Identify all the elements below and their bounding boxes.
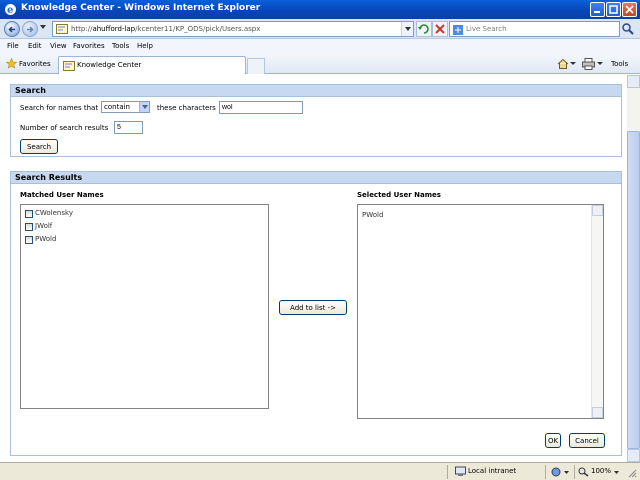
forward-arrow-icon — [27, 26, 34, 33]
matched-users-label: Matched User Names — [20, 191, 104, 199]
page-content: Search Search for names that contain the… — [0, 75, 627, 462]
maximize-button[interactable] — [606, 2, 621, 17]
page-icon — [56, 24, 68, 34]
tab-page-icon — [63, 61, 75, 71]
search-panel-title: Search — [11, 85, 621, 97]
stop-icon — [435, 24, 445, 34]
url-path: /kcenter11/KP_ODS/pick/Users.aspx — [135, 25, 261, 33]
window-title: Knowledge Center - Windows Internet Expl… — [21, 3, 261, 13]
print-icon[interactable] — [582, 58, 595, 70]
names-label: Search for names that — [20, 104, 99, 112]
scroll-down-icon[interactable] — [627, 449, 640, 462]
magnifier-icon — [622, 23, 634, 35]
address-toolbar: http://ahufford-lap/kcenter11/KP_ODS/pic… — [0, 19, 640, 39]
status-bar: Local intranet 100% — [0, 462, 640, 480]
selected-users-label: Selected User Names — [357, 191, 441, 199]
favorites-button[interactable]: Favorites — [19, 60, 51, 68]
url-scheme: http:// — [71, 25, 93, 33]
menu-tools[interactable]: Tools — [112, 42, 129, 50]
selected-users-list[interactable]: PWold — [357, 204, 604, 419]
zoom-level[interactable]: 100% — [591, 467, 611, 475]
scroll-up-icon[interactable] — [592, 205, 603, 216]
tab-bar: Favorites Knowledge Center Tools — [0, 54, 640, 74]
chevron-down-icon[interactable] — [564, 471, 569, 474]
result-count-label: Number of search results — [20, 124, 109, 132]
chevron-down-icon — [139, 102, 149, 112]
user-name: CWolensky — [35, 209, 73, 217]
page-scrollbar[interactable] — [627, 75, 640, 462]
forward-button[interactable] — [22, 21, 38, 37]
zoom-icon[interactable] — [578, 467, 589, 477]
results-panel: Search Results Matched User Names Select… — [10, 171, 622, 456]
back-arrow-icon — [8, 26, 15, 33]
protected-mode-icon[interactable] — [551, 467, 561, 477]
close-button[interactable] — [622, 2, 637, 17]
checkbox[interactable] — [25, 223, 33, 231]
scroll-up-icon[interactable] — [627, 75, 640, 88]
list-item[interactable]: PWold — [362, 211, 383, 219]
characters-label: these characters — [157, 104, 216, 112]
ok-button[interactable]: OK — [545, 433, 561, 448]
user-name: PWold — [35, 235, 57, 243]
close-icon — [625, 5, 634, 14]
home-icon[interactable] — [557, 58, 569, 70]
home-dropdown-icon[interactable] — [570, 62, 576, 66]
search-submit-button[interactable]: Search — [20, 139, 58, 154]
ie-icon: e — [5, 4, 16, 16]
maximize-icon — [609, 5, 618, 14]
live-search-icon — [453, 25, 463, 35]
new-tab-button[interactable] — [247, 58, 265, 74]
minimize-icon — [594, 11, 600, 13]
favorites-star-icon[interactable] — [6, 58, 17, 69]
print-dropdown-icon[interactable] — [597, 62, 603, 66]
minimize-button[interactable] — [590, 2, 605, 17]
menu-edit[interactable]: Edit — [28, 42, 42, 50]
search-placeholder: Live Search — [466, 25, 507, 33]
tab-knowledge-center[interactable]: Knowledge Center — [58, 56, 246, 74]
menu-help[interactable]: Help — [137, 42, 153, 50]
address-dropdown-icon[interactable] — [401, 22, 413, 36]
menu-view[interactable]: View — [50, 42, 67, 50]
title-bar: e Knowledge Center - Windows Internet Ex… — [0, 0, 640, 19]
scroll-down-icon[interactable] — [592, 407, 603, 418]
cancel-button[interactable]: Cancel — [569, 433, 605, 448]
history-dropdown-icon[interactable] — [40, 25, 46, 29]
menu-bar: File Edit View Favorites Tools Help — [0, 39, 640, 54]
tab-label: Knowledge Center — [77, 61, 142, 69]
scroll-thumb[interactable] — [627, 131, 640, 449]
matched-users-list[interactable]: CWolensky JWolf PWold — [20, 204, 269, 409]
svg-text:e: e — [7, 5, 13, 16]
checkbox[interactable] — [25, 236, 33, 244]
menu-file[interactable]: File — [7, 42, 19, 50]
menu-favorites[interactable]: Favorites — [73, 42, 105, 50]
address-bar[interactable]: http://ahufford-lap/kcenter11/KP_ODS/pic… — [52, 21, 414, 37]
intranet-icon — [455, 466, 466, 476]
stop-button[interactable] — [432, 21, 448, 37]
security-zone: Local intranet — [468, 467, 517, 475]
match-mode-value: contain — [104, 103, 130, 111]
refresh-button[interactable] — [416, 21, 432, 37]
back-button[interactable] — [4, 21, 20, 37]
resize-grip-icon[interactable] — [627, 468, 637, 478]
search-panel: Search Search for names that contain the… — [10, 84, 622, 157]
characters-input[interactable] — [219, 101, 303, 114]
result-count-input[interactable] — [114, 121, 143, 134]
search-button[interactable] — [620, 21, 638, 37]
checkbox[interactable] — [25, 210, 33, 218]
url-host: ahufford-lap — [92, 25, 136, 33]
search-input[interactable]: Live Search — [449, 21, 620, 37]
user-name: JWolf — [35, 222, 53, 230]
chevron-down-icon[interactable] — [614, 471, 619, 474]
refresh-icon — [418, 24, 429, 34]
list-scrollbar[interactable] — [591, 205, 603, 418]
match-mode-select[interactable]: contain — [101, 101, 150, 113]
results-panel-title: Search Results — [11, 172, 621, 184]
tools-button[interactable]: Tools — [611, 60, 628, 68]
add-to-list-button[interactable]: Add to list -> — [279, 300, 347, 315]
